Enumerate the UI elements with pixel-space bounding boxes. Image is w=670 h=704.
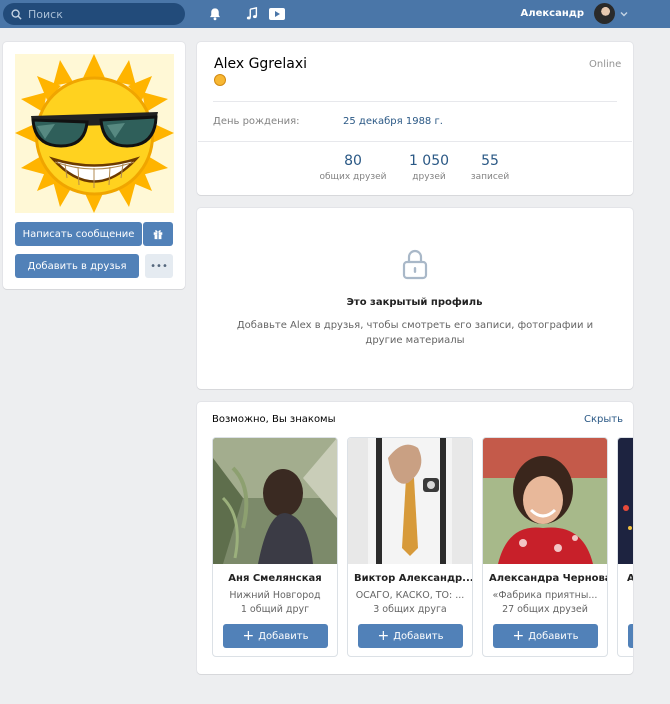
birthday-value[interactable]: 25 декабря 1988 г. (343, 116, 443, 127)
sun-smiley-image (15, 54, 174, 213)
write-message-button[interactable]: Написать сообщение (15, 222, 142, 246)
counter-posts[interactable]: 55 записей (445, 153, 535, 182)
user-name[interactable]: Александр (521, 8, 584, 19)
add-suggestion-button[interactable] (628, 624, 633, 648)
counter-label: записей (470, 172, 510, 182)
suggestion-photo[interactable] (483, 438, 607, 564)
divider (213, 101, 617, 102)
suggestion-card[interactable]: Виктор Александр... ОСАГО, КАСКО, ТО: ..… (347, 437, 473, 657)
plus-icon: + (512, 628, 525, 644)
top-bar: Александр (0, 0, 670, 28)
profile-photo[interactable] (15, 54, 174, 213)
music-icon[interactable] (243, 5, 261, 23)
online-status: Online (589, 59, 622, 70)
user-avatar[interactable] (594, 3, 615, 24)
add-suggestion-button[interactable]: + Добавить (493, 624, 598, 648)
suggestion-mutual: 1 общий друг (240, 604, 310, 615)
suggestion-info: «Фабрика приятны... (492, 590, 598, 601)
search-input[interactable] (28, 7, 178, 21)
search-icon (11, 8, 22, 20)
closed-profile-text: Добавьте Alex в друзья, чтобы смотреть е… (236, 320, 594, 346)
more-actions-button[interactable]: ••• (145, 254, 173, 278)
suggestion-name[interactable]: Виктор Александр... (348, 573, 472, 584)
plus-icon: + (242, 628, 255, 644)
suggestions-title: Возможно, Вы знакомы (212, 414, 336, 425)
add-suggestion-button[interactable]: + Добавить (223, 624, 328, 648)
emoji-status-icon (214, 74, 226, 86)
hide-suggestions-link[interactable]: Скрыть (584, 414, 623, 425)
gift-icon (153, 230, 163, 240)
suggestion-photo[interactable] (348, 438, 472, 564)
chevron-down-icon[interactable] (619, 9, 629, 19)
suggestion-mutual: 27 общих друзей (502, 604, 588, 615)
gift-button[interactable] (143, 222, 173, 246)
birthday-label: День рождения: (213, 116, 300, 127)
profile-name: Alex Ggrelaxi (214, 56, 308, 72)
add-friend-button[interactable]: Добавить в друзья (15, 254, 139, 278)
suggestions-carousel: Аня Смелянская Нижний Новгород 1 общий д… (197, 430, 633, 670)
add-label: Добавить (528, 630, 579, 642)
closed-profile-title: Это закрытый профиль (346, 297, 483, 308)
suggestion-name[interactable]: Александра Чернова (483, 573, 607, 584)
lock-icon (402, 249, 428, 280)
counter-value: 55 (481, 153, 499, 169)
bell-icon[interactable] (206, 5, 224, 23)
suggestion-photo[interactable] (213, 438, 337, 564)
add-label: Добавить (393, 630, 444, 642)
suggestion-mutual: 3 общих друга (373, 604, 447, 615)
add-label: Добавить (258, 630, 309, 642)
suggestion-name[interactable]: Аня Смелянская (213, 573, 337, 584)
suggestion-card[interactable]: Александра Чернова «Фабрика приятны... 2… (482, 437, 608, 657)
suggestion-info: ОСАГО, КАСКО, ТО: ... (355, 590, 465, 601)
divider (198, 141, 632, 142)
suggestion-name[interactable]: А (618, 573, 633, 584)
video-icon[interactable] (268, 5, 286, 23)
suggestion-card[interactable]: Аня Смелянская Нижний Новгород 1 общий д… (212, 437, 338, 657)
plus-icon: + (377, 628, 390, 644)
search-box[interactable] (3, 3, 185, 25)
suggestion-info: Нижний Новгород (229, 590, 321, 601)
add-suggestion-button[interactable]: + Добавить (358, 624, 463, 648)
suggestion-photo[interactable] (618, 438, 633, 564)
suggestion-card[interactable]: А (617, 437, 633, 657)
